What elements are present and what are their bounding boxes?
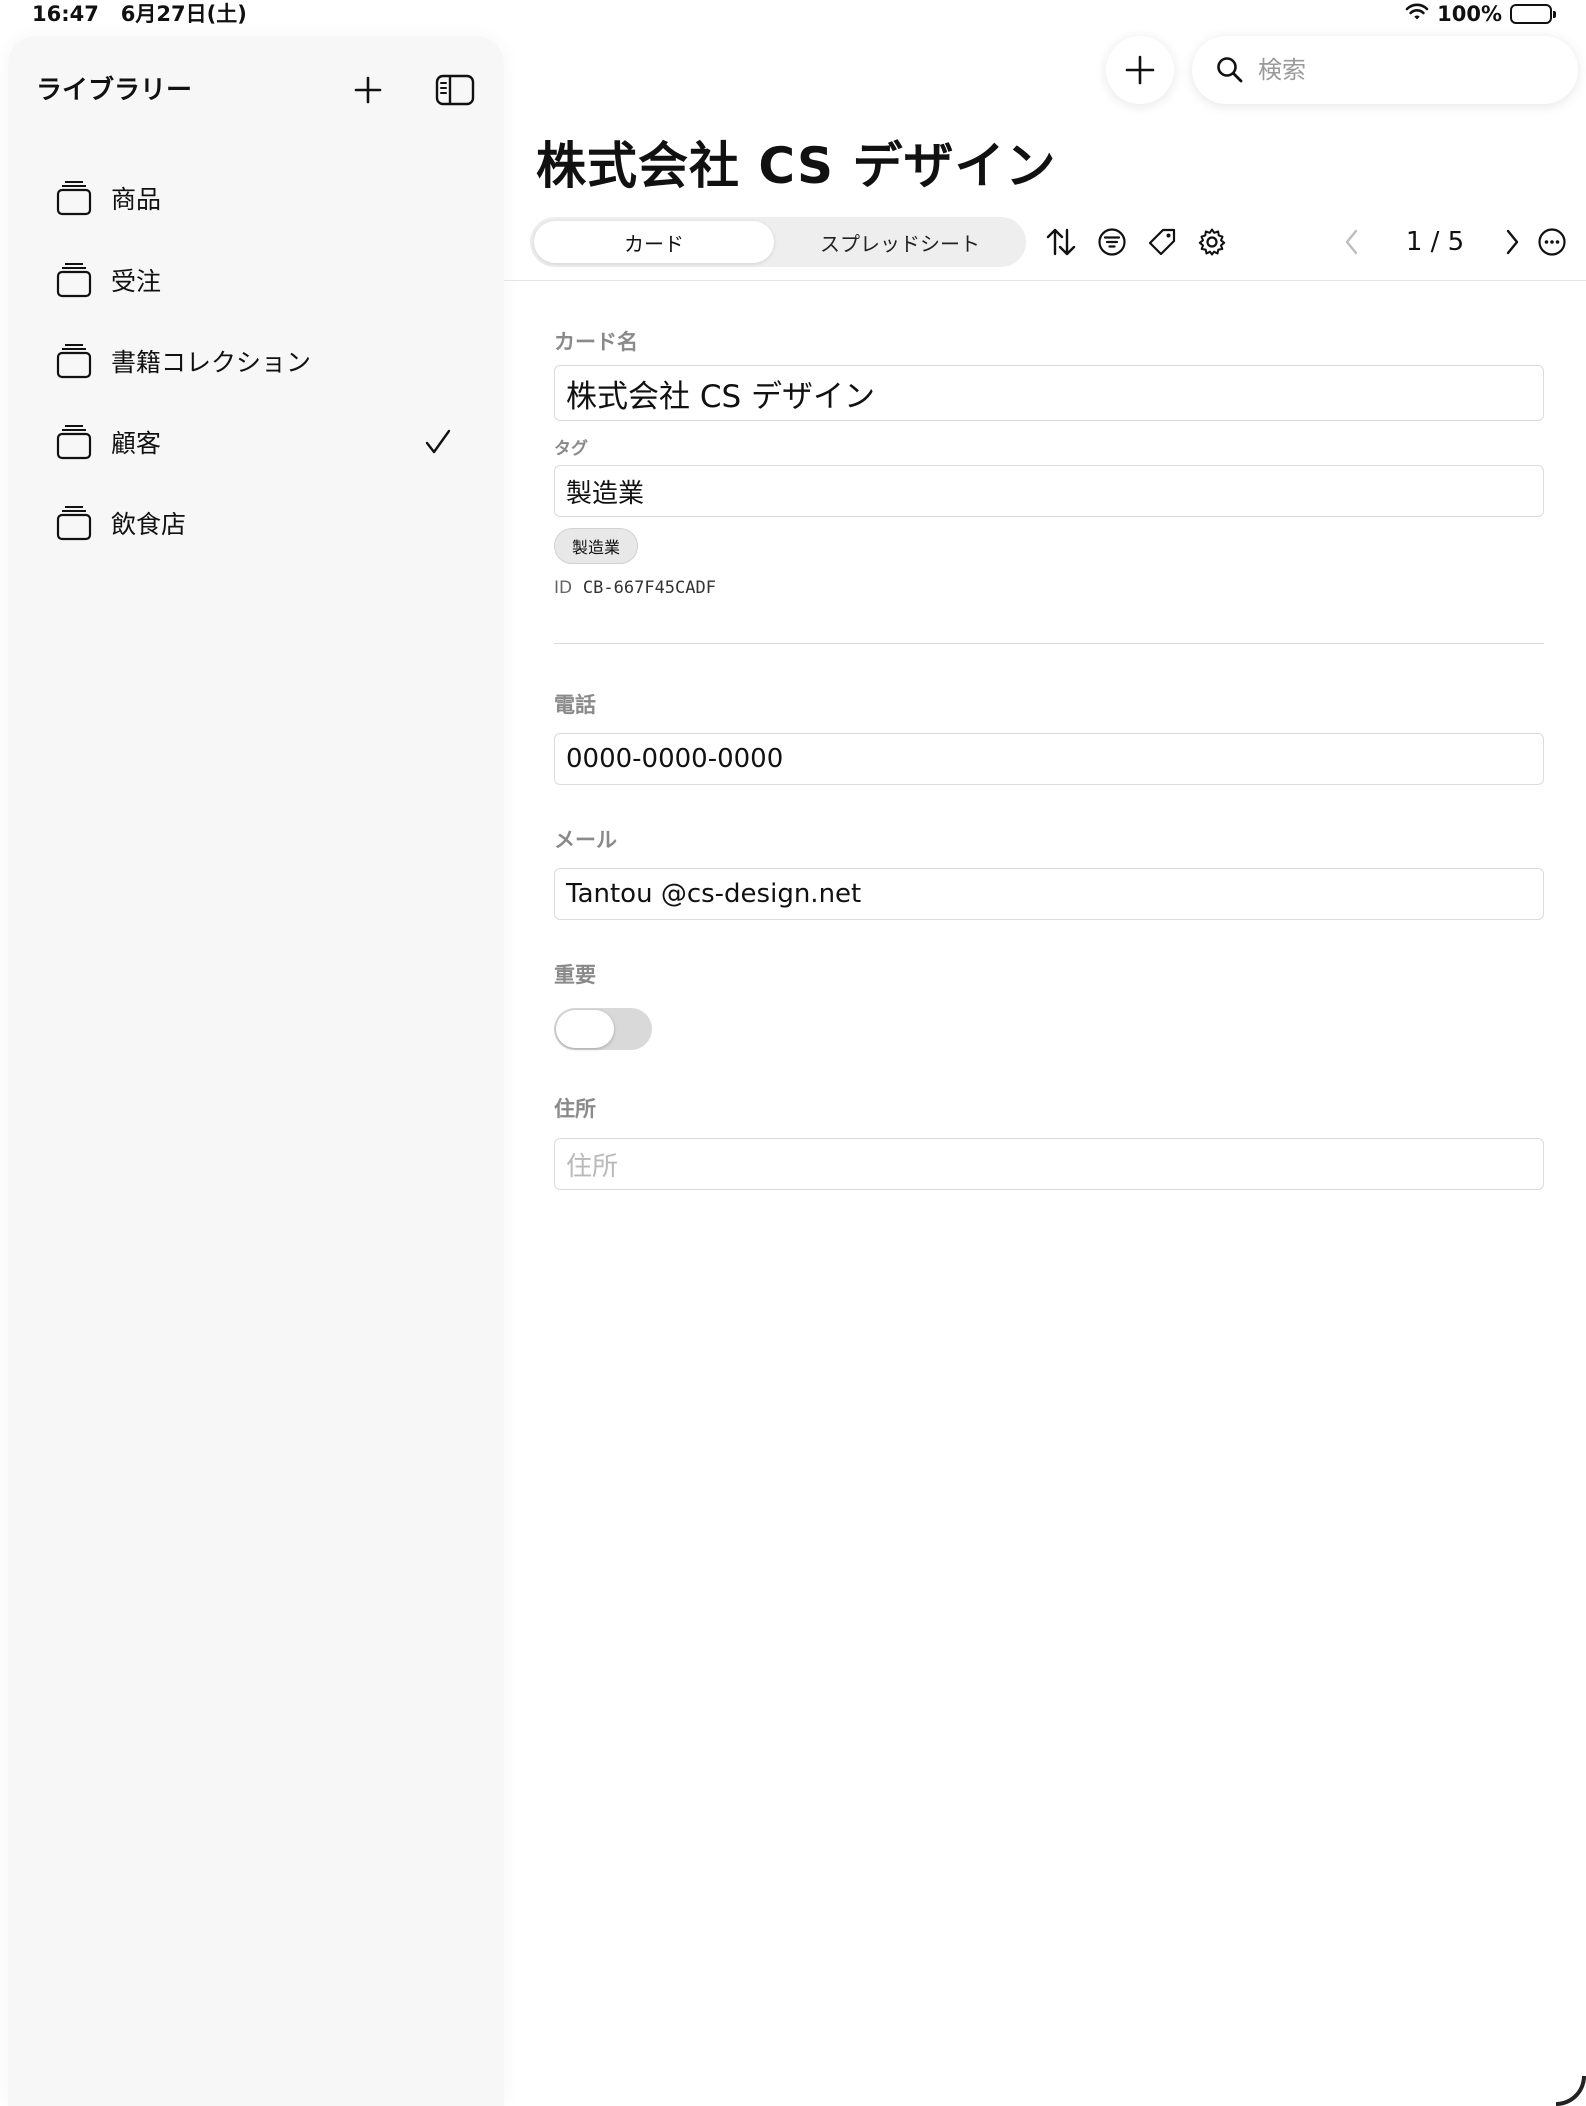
chevron-left-icon bbox=[1345, 229, 1358, 255]
sidebar-item-customers[interactable]: 顧客 bbox=[8, 406, 504, 478]
card-name-field[interactable]: 株式会社 CS デザイン bbox=[554, 365, 1544, 421]
chevron-right-icon bbox=[1506, 229, 1519, 255]
tag-button[interactable] bbox=[1144, 224, 1180, 260]
settings-button[interactable] bbox=[1194, 224, 1230, 260]
stack-icon bbox=[56, 180, 92, 220]
tab-spreadsheet[interactable]: スプレッドシート bbox=[780, 221, 1020, 263]
battery-percent: 100% bbox=[1437, 2, 1502, 26]
page-indicator: 1 / 5 bbox=[1405, 227, 1465, 257]
record-id: ID CB-667F45CADF bbox=[554, 578, 716, 598]
tag-chip[interactable]: 製造業 bbox=[554, 528, 638, 564]
sidebar-title: ライブラリー bbox=[36, 75, 193, 106]
more-icon bbox=[1538, 228, 1566, 256]
sidebar-item-orders[interactable]: 受注 bbox=[8, 244, 504, 316]
status-time: 16:47 bbox=[32, 2, 99, 26]
tag-label: タグ bbox=[554, 439, 588, 459]
sidebar: ライブラリー 商品 受注 書籍コレクション 顧客 飲食店 bbox=[8, 36, 504, 2106]
battery-icon bbox=[1510, 4, 1556, 24]
page-title: 株式会社 CS デザイン bbox=[536, 137, 1057, 195]
toggle-knob bbox=[556, 1010, 614, 1048]
tab-card[interactable]: カード bbox=[534, 221, 774, 263]
next-record-button[interactable] bbox=[1494, 224, 1530, 260]
id-value: CB-667F45CADF bbox=[582, 578, 716, 598]
previous-record-button[interactable] bbox=[1334, 224, 1370, 260]
plus-icon bbox=[1125, 55, 1155, 85]
mail-label: メール bbox=[554, 828, 617, 852]
search-icon bbox=[1216, 56, 1244, 88]
mail-field[interactable]: Tantou @cs-design.net bbox=[554, 868, 1544, 920]
tag-icon bbox=[1148, 228, 1176, 256]
section-divider bbox=[554, 643, 1544, 644]
filter-button[interactable] bbox=[1094, 224, 1130, 260]
filter-icon bbox=[1098, 228, 1126, 256]
more-button[interactable] bbox=[1534, 224, 1570, 260]
sidebar-item-label: 書籍コレクション bbox=[111, 348, 312, 377]
search-bar[interactable] bbox=[1192, 36, 1578, 104]
add-record-button[interactable] bbox=[1106, 36, 1174, 104]
tag-field[interactable]: 製造業 bbox=[554, 465, 1544, 517]
checkmark-icon bbox=[424, 428, 452, 460]
important-toggle[interactable] bbox=[554, 1008, 652, 1050]
sidebar-icon bbox=[435, 74, 475, 106]
status-bar: 16:47 6月27日(土) 100% bbox=[0, 0, 1586, 28]
status-right: 100% bbox=[1405, 0, 1556, 28]
sidebar-item-label: 顧客 bbox=[111, 429, 162, 458]
address-field[interactable]: 住所 bbox=[554, 1138, 1544, 1190]
stack-icon bbox=[56, 343, 92, 383]
status-time-date: 16:47 6月27日(土) bbox=[32, 0, 247, 28]
sidebar-item-label: 飲食店 bbox=[111, 510, 187, 539]
sidebar-item-label: 商品 bbox=[111, 185, 162, 214]
toolbar-divider bbox=[504, 280, 1586, 281]
add-library-button[interactable] bbox=[348, 70, 388, 110]
phone-field[interactable]: 0000-0000-0000 bbox=[554, 733, 1544, 785]
screen-corner bbox=[1556, 2076, 1586, 2106]
plus-icon bbox=[354, 76, 382, 104]
id-prefix: ID bbox=[554, 578, 573, 598]
wifi-icon bbox=[1405, 2, 1429, 26]
stack-icon bbox=[56, 262, 92, 302]
phone-label: 電話 bbox=[554, 693, 596, 717]
status-date: 6月27日(土) bbox=[120, 2, 247, 26]
card-name-label: カード名 bbox=[554, 330, 638, 354]
view-segmented-control: カード スプレッドシート bbox=[530, 217, 1026, 267]
sidebar-item-products[interactable]: 商品 bbox=[8, 162, 504, 234]
sidebar-item-label: 受注 bbox=[111, 267, 162, 296]
sort-button[interactable] bbox=[1043, 224, 1079, 260]
search-input[interactable] bbox=[1258, 50, 1558, 90]
sidebar-item-restaurants[interactable]: 飲食店 bbox=[8, 487, 504, 559]
toggle-sidebar-button[interactable] bbox=[434, 70, 476, 110]
sidebar-item-books[interactable]: 書籍コレクション bbox=[8, 325, 504, 397]
gear-icon bbox=[1198, 228, 1226, 256]
important-label: 重要 bbox=[554, 963, 596, 987]
stack-icon bbox=[56, 505, 92, 545]
address-label: 住所 bbox=[554, 1097, 596, 1121]
sort-icon bbox=[1046, 228, 1076, 256]
stack-icon bbox=[56, 424, 92, 464]
